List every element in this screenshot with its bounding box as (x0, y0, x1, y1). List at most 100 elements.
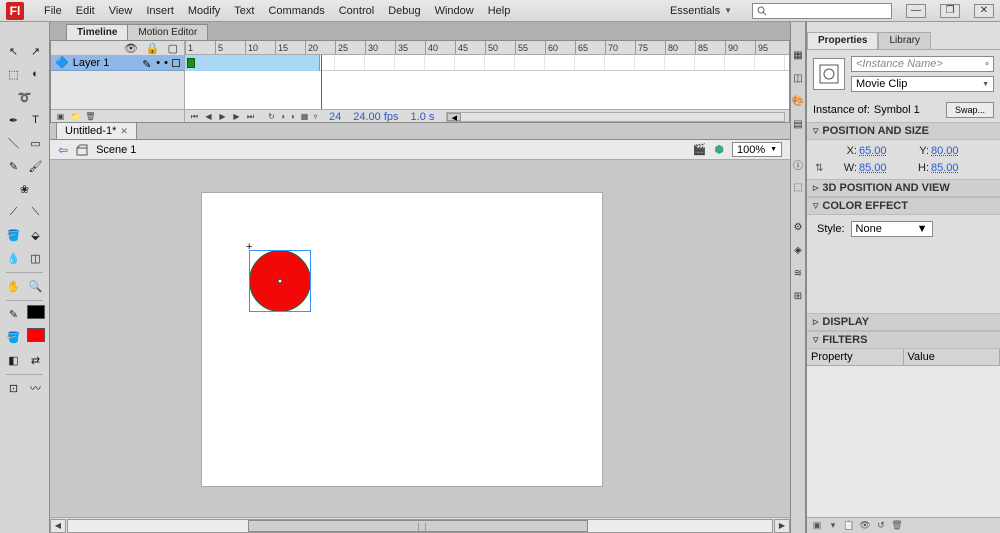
panel-icon-7[interactable]: ⚙ (791, 220, 805, 234)
panel-icon-9[interactable]: ≋ (791, 266, 805, 280)
stage-horizontal-scrollbar[interactable]: ◀ ▶ (50, 517, 790, 533)
menu-commands[interactable]: Commands (268, 5, 324, 17)
onion-skin-outlines-button[interactable]: ◐ (288, 111, 299, 122)
snap-option[interactable]: ⊡ (5, 379, 23, 397)
hand-tool[interactable]: ✋ (5, 277, 23, 295)
delete-layer-button[interactable]: 🗑 (85, 111, 96, 122)
tab-motion-editor[interactable]: Motion Editor (127, 24, 208, 40)
accordion-filters[interactable]: ▽FILTERS (807, 331, 1000, 349)
frames-area[interactable] (185, 55, 789, 109)
brush-tool[interactable]: 🖌 (27, 157, 45, 175)
menu-view[interactable]: View (109, 5, 133, 17)
close-button[interactable]: ✕ (974, 4, 994, 18)
3d-rotation-tool[interactable]: ◐ (27, 65, 45, 83)
panel-icon-4[interactable]: ▤ (791, 117, 805, 131)
tab-properties[interactable]: Properties (807, 32, 878, 49)
next-frame-button[interactable]: ▶ (231, 111, 242, 122)
edit-symbols-icon[interactable]: ⬢ (714, 143, 724, 156)
lock-icon[interactable]: 🔒 (146, 42, 160, 55)
menu-debug[interactable]: Debug (388, 5, 420, 17)
panel-icon-10[interactable]: ⊞ (791, 289, 805, 303)
last-frame-button[interactable]: ⏭ (245, 111, 256, 122)
prev-frame-button[interactable]: ◀ (203, 111, 214, 122)
panel-icon-6[interactable]: ⬚ (791, 180, 805, 194)
swap-colors-button[interactable]: ⇄ (27, 351, 45, 369)
add-filter-button[interactable]: ▣ (811, 520, 823, 532)
selected-movieclip-instance[interactable]: + (249, 250, 311, 312)
fill-color-control[interactable]: 🪣 (5, 328, 23, 346)
enable-filter-button[interactable]: 👁 (859, 520, 871, 532)
w-value[interactable]: 85.00 (859, 162, 903, 174)
back-arrow-icon[interactable]: ⇦ (58, 143, 68, 157)
pen-tool[interactable]: ✒ (5, 111, 23, 129)
smooth-option[interactable]: 〰 (27, 379, 45, 397)
workspace-switcher[interactable]: Essentials ▼ (664, 3, 738, 19)
fps-value[interactable]: 24.00 fps (353, 111, 398, 123)
lock-dot-icon[interactable]: • (164, 57, 168, 69)
paint-bucket-tool[interactable]: 🪣 (5, 226, 23, 244)
keyframe-dot[interactable] (187, 58, 195, 68)
accordion-display[interactable]: ▷DISPLAY (807, 313, 1000, 331)
zoom-tool[interactable]: 🔍 (27, 277, 45, 295)
style-dropdown[interactable]: None ▼ (851, 221, 933, 237)
fill-color-swatch[interactable] (27, 328, 45, 342)
deco-tool[interactable]: ❀ (16, 180, 34, 198)
menu-help[interactable]: Help (488, 5, 511, 17)
delete-filter-button[interactable]: 🗑 (891, 520, 903, 532)
text-tool[interactable]: T (27, 111, 45, 129)
reset-filter-button[interactable]: ↺ (875, 520, 887, 532)
close-tab-icon[interactable]: ✕ (120, 126, 128, 137)
onion-skin-button[interactable]: ◑ (277, 111, 288, 122)
ink-bottle-tool[interactable]: ⬙ (27, 226, 45, 244)
modify-markers-button[interactable]: ▿ (310, 111, 321, 122)
line-tool[interactable]: ＼ (5, 134, 23, 152)
panel-icon-3[interactable]: 🎨 (791, 94, 805, 108)
h-value[interactable]: 85.00 (931, 162, 975, 174)
presets-button[interactable]: ▾ (827, 520, 839, 532)
accordion-position-size[interactable]: ▽POSITION AND SIZE (807, 122, 1000, 140)
document-tab[interactable]: Untitled-1* ✕ (56, 122, 137, 139)
subselection-tool[interactable]: ↗ (27, 42, 45, 60)
outline-icon[interactable]: ▢ (168, 42, 178, 55)
accordion-color-effect[interactable]: ▽COLOR EFFECT (807, 197, 1000, 215)
menu-file[interactable]: File (44, 5, 62, 17)
timeline-scrollbar[interactable]: ◀ (446, 112, 785, 122)
current-frame-value[interactable]: 24 (329, 111, 341, 123)
black-white-button[interactable]: ◧ (5, 351, 23, 369)
minimize-button[interactable]: — (906, 4, 926, 18)
eye-dot-icon[interactable]: • (156, 57, 160, 69)
edit-scene-icon[interactable]: 🎬 (693, 143, 707, 156)
accordion-3d[interactable]: ▷3D POSITION AND VIEW (807, 179, 1000, 197)
tab-library[interactable]: Library (878, 32, 931, 49)
frame-ruler[interactable]: 15101520253035404550556065707580859095 (185, 41, 789, 55)
lasso-tool[interactable]: ➰ (16, 88, 34, 106)
restore-button[interactable]: ❐ (940, 4, 960, 18)
loop-button[interactable]: ↻ (266, 111, 277, 122)
clipboard-button[interactable]: 📋 (843, 520, 855, 532)
free-transform-tool[interactable]: ⬚ (5, 65, 23, 83)
scene-name[interactable]: Scene 1 (96, 144, 136, 156)
lock-aspect-icon[interactable]: ⇅ (815, 163, 827, 174)
menu-text[interactable]: Text (234, 5, 254, 17)
scroll-thumb[interactable] (248, 520, 588, 532)
eyedropper-tool[interactable]: 💧 (5, 249, 23, 267)
menu-insert[interactable]: Insert (146, 5, 174, 17)
menu-window[interactable]: Window (435, 5, 474, 17)
scroll-left-button[interactable]: ◀ (50, 519, 66, 533)
stage[interactable]: + (202, 193, 602, 486)
stroke-color-swatch[interactable] (27, 305, 45, 319)
eye-icon[interactable]: 👁 (124, 42, 138, 55)
search-input[interactable] (752, 3, 892, 19)
panel-icon-8[interactable]: ◈ (791, 243, 805, 257)
edit-multiple-frames-button[interactable]: ▦ (299, 111, 310, 122)
y-value[interactable]: 80.00 (931, 145, 975, 157)
bind-tool[interactable]: ⟍ (27, 203, 45, 221)
play-button[interactable]: ▶ (217, 111, 228, 122)
menu-control[interactable]: Control (339, 5, 374, 17)
panel-icon-5[interactable]: ⓘ (791, 157, 805, 171)
tab-timeline[interactable]: Timeline (66, 24, 128, 40)
scroll-track[interactable] (67, 519, 773, 533)
rectangle-tool[interactable]: ▭ (27, 134, 45, 152)
instance-name-input[interactable]: <Instance Name> ◦ (851, 56, 994, 72)
panel-icon-2[interactable]: ◫ (791, 71, 805, 85)
